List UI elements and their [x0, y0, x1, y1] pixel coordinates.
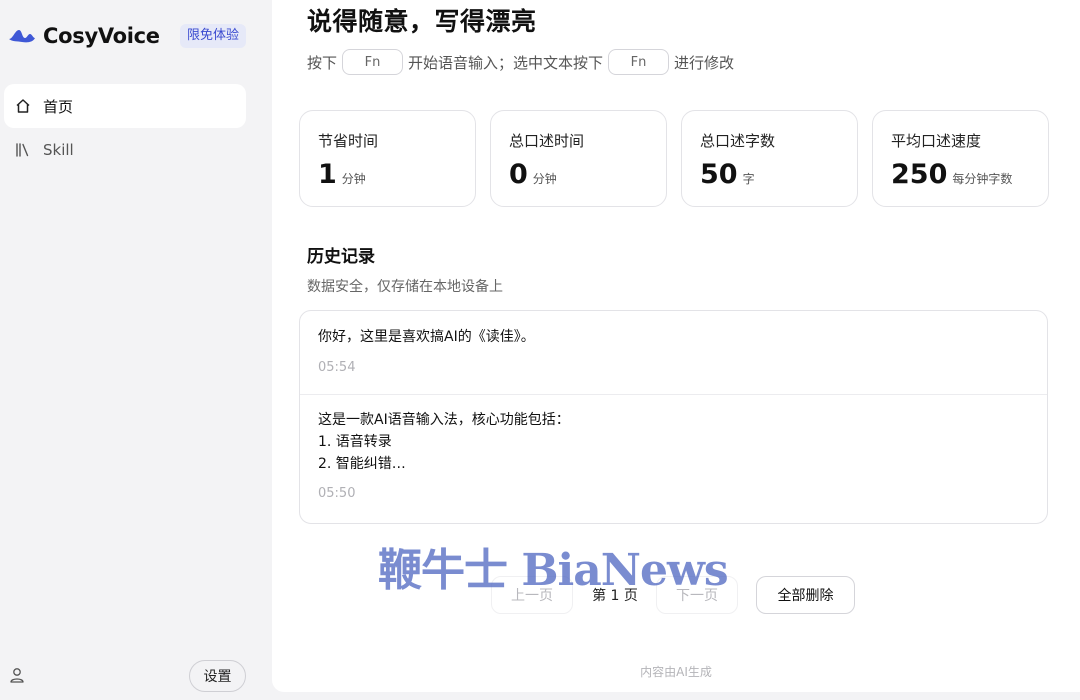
- page-title: 说得随意，写得漂亮: [307, 7, 537, 36]
- brand: CosyVoice: [8, 22, 160, 50]
- stat-card-dictation-time: 总口述时间 0 分钟: [490, 110, 667, 207]
- stat-label: 总口述字数: [700, 132, 776, 150]
- cosyvoice-logo-icon: [9, 30, 35, 43]
- fn-key-chip: Fn: [608, 49, 670, 75]
- delete-all-button[interactable]: 全部删除: [756, 576, 855, 614]
- promo-badge: 限免体验: [180, 24, 247, 48]
- stat-label: 平均口述速度: [891, 132, 982, 150]
- history-list: 你好，这里是喜欢搞AI的《读佳》。 05:54 这是一款AI语音输入法，核心功能…: [299, 310, 1048, 524]
- history-item[interactable]: 你好，这里是喜欢搞AI的《读佳》。 05:54: [300, 311, 1047, 395]
- prev-page-button[interactable]: 上一页: [491, 576, 573, 614]
- history-title: 历史记录: [307, 247, 375, 267]
- home-icon: [14, 97, 32, 115]
- stat-label: 总口述时间: [509, 132, 585, 150]
- stat-unit: 分钟: [341, 172, 366, 186]
- main-panel: 说得随意，写得漂亮 按下 Fn 开始语音输入；选中文本按下 Fn 进行修改 节省…: [272, 0, 1080, 692]
- sidebar: CosyVoice 限免体验 首页 Skill 设置: [0, 0, 272, 700]
- history-item-time: 05:54: [318, 360, 356, 375]
- usage-hint: 按下 Fn 开始语音输入；选中文本按下 Fn 进行修改: [307, 49, 734, 75]
- sidebar-item-label: Skill: [43, 141, 74, 159]
- sidebar-item-skill[interactable]: Skill: [4, 128, 246, 172]
- stat-value: 250: [891, 159, 948, 190]
- stat-card-word-count: 总口述字数 50 字: [681, 110, 858, 207]
- ai-generated-note: 内容由AI生成: [640, 665, 712, 679]
- app-name: CosyVoice: [43, 24, 160, 48]
- library-icon: [14, 141, 32, 159]
- sidebar-item-home[interactable]: 首页: [4, 84, 246, 128]
- stat-card-speed: 平均口述速度 250 每分钟字数: [872, 110, 1049, 207]
- hint-text: 按下: [307, 53, 338, 72]
- history-item[interactable]: 这是一款AI语音输入法，核心功能包括： 1. 语音转录 2. 智能纠错… 05:…: [300, 395, 1047, 523]
- hint-text: 开始语音输入；选中文本按下: [408, 53, 604, 72]
- stat-value: 1: [318, 159, 337, 190]
- stat-unit: 每分钟字数: [952, 172, 1013, 186]
- history-item-time: 05:50: [318, 486, 356, 501]
- stat-value: 0: [509, 159, 528, 190]
- settings-button[interactable]: 设置: [189, 660, 246, 692]
- stat-card-saved-time: 节省时间 1 分钟: [299, 110, 476, 207]
- history-item-text: 你好，这里是喜欢搞AI的《读佳》。: [318, 329, 535, 345]
- stat-unit: 分钟: [532, 172, 557, 186]
- fn-key-chip: Fn: [342, 49, 404, 75]
- next-page-button[interactable]: 下一页: [656, 576, 738, 614]
- stats-row: 节省时间 1 分钟 总口述时间 0 分钟 总口述字数 50 字 平均口述速度 2…: [299, 110, 1049, 207]
- stat-value: 50: [700, 159, 738, 190]
- stat-unit: 字: [742, 172, 755, 186]
- hint-text: 进行修改: [674, 53, 735, 72]
- history-subtitle: 数据安全，仅存储在本地设备上: [307, 279, 503, 295]
- pagination: 上一页 第 1 页 下一页 全部删除: [272, 576, 1080, 614]
- sidebar-item-label: 首页: [43, 97, 74, 116]
- stat-label: 节省时间: [318, 132, 379, 150]
- user-icon[interactable]: [8, 666, 26, 684]
- page-indicator: 第 1 页: [592, 588, 638, 604]
- history-item-text: 这是一款AI语音输入法，核心功能包括： 1. 语音转录 2. 智能纠错…: [318, 412, 570, 472]
